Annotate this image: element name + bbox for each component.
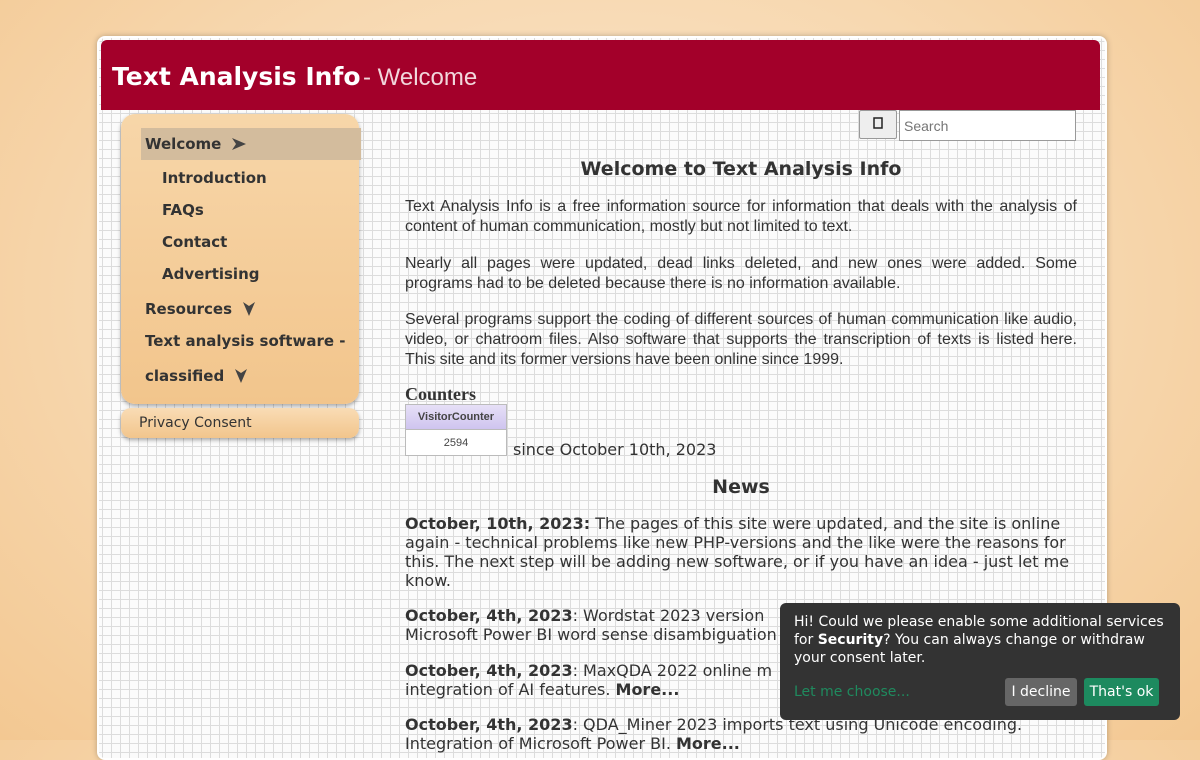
counter-label: VisitorCounter (406, 405, 506, 430)
news-date: October, 10th, 2023: (405, 514, 591, 533)
programs-paragraph: Several programs support the coding of d… (405, 311, 1077, 368)
menu-item-label: Text analysis software - (145, 332, 346, 350)
intro-paragraph: Text Analysis Info is a free information… (405, 198, 1077, 235)
menu-item-label: FAQs (162, 201, 204, 219)
news-text: Integration of Microsoft Power BI. (405, 734, 676, 753)
counter-since: since October 10th, 2023 (513, 440, 717, 459)
menu-item-label: Welcome (145, 135, 222, 153)
news-item: October, 4th, 2023: QDA_Miner 2023 impor… (405, 715, 1077, 753)
page-subtitle: - Welcome (363, 64, 478, 91)
news-date: October, 4th, 2023 (405, 661, 573, 680)
menu-item-software[interactable]: Text analysis software - (141, 325, 361, 357)
menu-item-label: Resources (145, 300, 233, 318)
let-me-choose-link[interactable]: Let me choose... (794, 684, 910, 700)
more-link[interactable]: More... (616, 680, 680, 699)
site-title[interactable]: Text Analysis Info (112, 62, 361, 91)
menu-item-welcome[interactable]: Welcome (141, 128, 361, 160)
menu-item-resources[interactable]: Resources (141, 293, 361, 325)
menu-item-advertising[interactable]: Advertising (141, 258, 361, 290)
news-date: October, 4th, 2023 (405, 715, 573, 734)
menu-item-label: Introduction (162, 169, 267, 187)
counter-value: 2594 (443, 437, 469, 449)
cookie-message-bold: Security (817, 632, 884, 648)
arrow-down-icon (242, 301, 256, 317)
news-text: : Wordstat 2023 version (572, 606, 765, 625)
update-paragraph: Nearly all pages were updated, dead link… (405, 255, 1077, 292)
menu-item-faqs[interactable]: FAQs (141, 194, 361, 226)
cookie-consent-banner: Hi! Could we please enable some addition… (780, 603, 1180, 720)
counters-heading: Counters (405, 384, 476, 404)
more-link[interactable]: More... (676, 734, 740, 753)
cookie-message: Hi! Could we please enable some addition… (794, 613, 1174, 667)
visitor-counter[interactable]: VisitorCounter 2594 (405, 404, 507, 456)
news-date: October, 4th, 2023 (405, 606, 573, 625)
search-input[interactable] (899, 110, 1076, 141)
menu-item-label: Advertising (162, 265, 260, 283)
menu-item-label: Contact (162, 233, 228, 251)
accept-button[interactable]: That's ok (1084, 678, 1159, 706)
menu-item-software-classified[interactable]: classified (141, 360, 361, 392)
search-button[interactable] (859, 110, 897, 139)
news-heading: News (712, 476, 770, 498)
news-item: October, 10th, 2023: The pages of this s… (405, 514, 1077, 590)
privacy-consent-button[interactable]: Privacy Consent (121, 408, 359, 438)
site-header: Text Analysis Info - Welcome (101, 40, 1100, 110)
news-text: integration of AI features. (405, 680, 616, 699)
menu-item-contact[interactable]: Contact (141, 226, 361, 258)
news-text: : MaxQDA 2022 online m (572, 661, 773, 680)
news-text: Microsoft Power BI word sense disambigua… (405, 625, 777, 644)
arrow-right-icon (231, 137, 247, 151)
decline-button[interactable]: I decline (1005, 678, 1077, 706)
arrow-down-icon (234, 368, 248, 384)
menu-item-introduction[interactable]: Introduction (141, 162, 361, 194)
menu-item-label: classified (145, 367, 225, 385)
search-icon (873, 117, 883, 132)
sidebar-menu: Welcome Introduction FAQs Contact Advert… (121, 114, 361, 404)
page-heading: Welcome to Text Analysis Info (580, 158, 902, 180)
